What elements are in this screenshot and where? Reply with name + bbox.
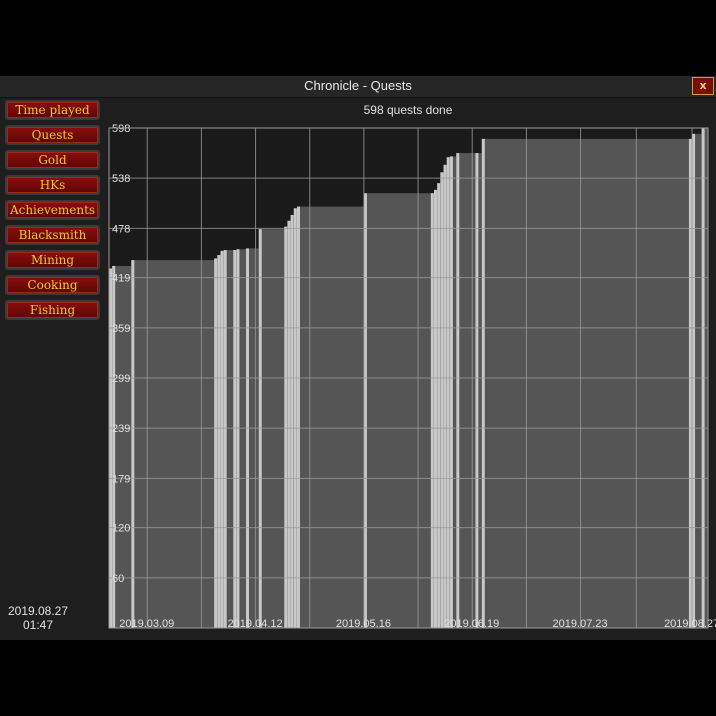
y-tick-label: 179 <box>112 473 130 485</box>
y-tick-label: 598 <box>112 123 130 135</box>
y-tick-label: 60 <box>112 573 124 585</box>
chart-bar-edge <box>437 183 441 628</box>
chart-bar-edge <box>456 153 460 628</box>
y-tick-label: 419 <box>112 273 130 285</box>
chart-bar-edge <box>449 156 453 628</box>
chart-bar-edge <box>290 214 294 628</box>
quests-chart: 601201792392993594194785385982019.03.09 2… <box>108 123 716 630</box>
chart-bar-edge <box>236 249 240 628</box>
chart-bar-edge <box>430 193 434 628</box>
chart-bar-edge <box>440 172 444 628</box>
chart-bar <box>481 138 689 628</box>
chart-bar <box>296 206 364 628</box>
chart-bar-edge <box>246 248 250 628</box>
chart-bar-edge <box>475 153 479 628</box>
chart-bar-edge <box>481 138 485 628</box>
chart-bar-edge <box>296 206 300 628</box>
chart-bar-edge <box>433 189 437 628</box>
chart-bar-edge <box>223 250 227 628</box>
y-tick-label: 359 <box>112 323 130 335</box>
chart-bar-edge <box>217 255 221 628</box>
y-tick-label: 478 <box>112 223 130 235</box>
y-tick-label: 239 <box>112 423 130 435</box>
chart-bar-edge <box>284 226 288 628</box>
chart-bar-edge <box>293 208 297 628</box>
y-tick-label: 120 <box>112 523 130 535</box>
chart-bar-edge <box>443 164 447 628</box>
y-tick-label: 538 <box>112 173 130 185</box>
chart-bar-edge <box>131 260 135 628</box>
chart-bar-edge <box>220 250 224 628</box>
chart-bar-edge <box>688 138 692 628</box>
chart-bar-edge <box>233 250 237 628</box>
chart-bar-edge <box>287 220 291 628</box>
y-tick-label: 299 <box>112 373 130 385</box>
chart-bar-edge <box>214 258 218 628</box>
chart-bar <box>363 193 431 628</box>
